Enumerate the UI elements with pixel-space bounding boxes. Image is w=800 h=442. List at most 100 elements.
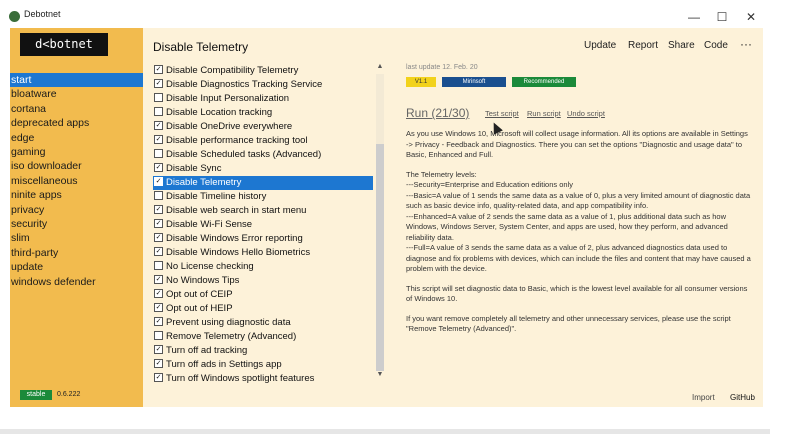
item-checkbox[interactable]: ✓ xyxy=(154,358,163,368)
share-menu-item[interactable]: Share xyxy=(668,40,695,51)
item-checkbox[interactable]: ✓ xyxy=(154,176,163,186)
list-item[interactable]: ✓ Turn off Windows spotlight features xyxy=(153,372,373,386)
more-options-button[interactable]: ··· xyxy=(740,37,752,51)
item-checkbox[interactable]: ✓ xyxy=(154,302,163,312)
sidebar-item-update[interactable]: update xyxy=(10,260,143,274)
item-checkbox[interactable]: ✓ xyxy=(154,78,163,88)
app-icon xyxy=(9,11,20,22)
item-checkbox[interactable]: ✓ xyxy=(154,162,163,172)
list-item[interactable]: Disable Timeline history xyxy=(153,190,373,204)
item-label: Disable Input Personalization xyxy=(166,93,290,104)
item-checkbox[interactable]: ✓ xyxy=(154,274,163,284)
item-label: Disable Diagnostics Tracking Service xyxy=(166,79,323,90)
list-item[interactable]: ✓ Turn off ads in Settings app xyxy=(153,358,373,372)
run-counter: Run (21/30) xyxy=(406,106,470,120)
list-item[interactable]: ✓ Disable Diagnostics Tracking Service xyxy=(153,78,373,92)
sidebar-item-deprecated-apps[interactable]: deprecated apps xyxy=(10,116,143,130)
sidebar-item-edge[interactable]: edge xyxy=(10,131,143,145)
list-item[interactable]: ✓ Disable Windows Error reporting xyxy=(153,232,373,246)
item-label: Remove Telemetry (Advanced) xyxy=(166,331,297,342)
sidebar-item-start[interactable]: start xyxy=(10,73,143,87)
item-checkbox[interactable] xyxy=(154,330,163,340)
item-label: Disable web search in start menu xyxy=(166,205,307,216)
list-item[interactable]: Remove Telemetry (Advanced) xyxy=(153,330,373,344)
list-item[interactable]: ✓ Disable Telemetry xyxy=(153,176,373,190)
item-checkbox[interactable]: ✓ xyxy=(154,134,163,144)
run-script-link[interactable]: Run script xyxy=(527,109,561,118)
item-checkbox[interactable]: ✓ xyxy=(154,218,163,228)
github-link[interactable]: GitHub xyxy=(730,393,755,402)
list-item[interactable]: Disable Location tracking xyxy=(153,106,373,120)
item-label: Disable Location tracking xyxy=(166,107,273,118)
sidebar-item-windows-defender[interactable]: windows defender xyxy=(10,275,143,289)
list-item[interactable]: Disable Scheduled tasks (Advanced) xyxy=(153,148,373,162)
item-checkbox[interactable] xyxy=(154,92,163,102)
code-menu-item[interactable]: Code xyxy=(704,40,728,51)
item-checkbox[interactable] xyxy=(154,190,163,200)
list-item[interactable]: ✓ Disable Wi-Fi Sense xyxy=(153,218,373,232)
sidebar-item-gaming[interactable]: gaming xyxy=(10,145,143,159)
page-title: Disable Telemetry xyxy=(153,40,249,54)
script-description: As you use Windows 10, Microsoft will co… xyxy=(406,129,751,344)
scrollbar-thumb[interactable] xyxy=(376,144,384,371)
item-checkbox[interactable]: ✓ xyxy=(154,246,163,256)
sidebar-item-privacy[interactable]: privacy xyxy=(10,203,143,217)
list-item[interactable]: ✓ Disable performance tracking tool xyxy=(153,134,373,148)
import-link[interactable]: Import xyxy=(692,393,715,402)
list-item[interactable]: ✓ Disable Compatibility Telemetry xyxy=(153,64,373,78)
list-item[interactable]: ✓ Opt out of HEIP xyxy=(153,302,373,316)
sidebar-item-third-party[interactable]: third-party xyxy=(10,246,143,260)
list-item[interactable]: ✓ Prevent using diagnostic data xyxy=(153,316,373,330)
description-paragraph: The Telemetry levels: ---Security=Enterp… xyxy=(406,169,751,274)
item-checkbox[interactable]: ✓ xyxy=(154,372,163,382)
list-item[interactable]: Disable Input Personalization xyxy=(153,92,373,106)
item-label: Disable Scheduled tasks (Advanced) xyxy=(166,149,322,160)
list-item[interactable]: ✓ Disable OneDrive everywhere xyxy=(153,120,373,134)
sidebar-item-security[interactable]: security xyxy=(10,217,143,231)
sidebar-item-bloatware[interactable]: bloatware xyxy=(10,87,143,101)
item-checkbox[interactable]: ✓ xyxy=(154,344,163,354)
taskbar-strip xyxy=(0,429,770,434)
list-item[interactable]: ✓ Turn off ad tracking xyxy=(153,344,373,358)
close-button[interactable]: ✕ xyxy=(741,8,761,26)
item-label: Disable Windows Error reporting xyxy=(166,233,303,244)
item-checkbox[interactable] xyxy=(154,106,163,116)
item-label: Turn off ads in Settings app xyxy=(166,359,282,370)
item-label: Prevent using diagnostic data xyxy=(166,317,291,328)
sidebar-item-cortana[interactable]: cortana xyxy=(10,102,143,116)
sidebar-item-label: miscellaneous xyxy=(11,174,78,187)
sidebar-item-label: privacy xyxy=(11,203,45,216)
item-label: Disable Sync xyxy=(166,163,222,174)
scroll-down-arrow[interactable]: ▼ xyxy=(376,371,384,381)
scroll-up-arrow[interactable]: ▲ xyxy=(376,63,384,73)
minimize-button[interactable]: — xyxy=(684,8,704,26)
version-label: 0.6.222 xyxy=(57,391,81,398)
undo-script-link[interactable]: Undo script xyxy=(567,109,605,118)
list-item[interactable]: ✓ Disable Windows Hello Biometrics xyxy=(153,246,373,260)
item-checkbox[interactable]: ✓ xyxy=(154,316,163,326)
list-item[interactable]: ✓ Disable web search in start menu xyxy=(153,204,373,218)
list-item[interactable]: ✓ No Windows Tips xyxy=(153,274,373,288)
item-checkbox[interactable]: ✓ xyxy=(154,288,163,298)
sidebar-item-iso-downloader[interactable]: iso downloader xyxy=(10,159,143,173)
item-checkbox[interactable] xyxy=(154,148,163,158)
list-item[interactable]: ✓ Disable Sync xyxy=(153,162,373,176)
item-checkbox[interactable]: ✓ xyxy=(154,64,163,74)
list-item[interactable]: No License checking xyxy=(153,260,373,274)
item-checkbox[interactable]: ✓ xyxy=(154,232,163,242)
item-checkbox[interactable] xyxy=(154,260,163,270)
sidebar-item-miscellaneous[interactable]: miscellaneous xyxy=(10,174,143,188)
maximize-button[interactable]: ☐ xyxy=(712,8,732,26)
item-checkbox[interactable]: ✓ xyxy=(154,204,163,214)
sidebar-item-label: ninite apps xyxy=(11,189,62,202)
item-label: Disable OneDrive everywhere xyxy=(166,121,293,132)
sidebar-item-slim[interactable]: slim xyxy=(10,231,143,245)
item-checkbox[interactable]: ✓ xyxy=(154,120,163,130)
test-script-link[interactable]: Test script xyxy=(485,109,519,118)
report-menu-item[interactable]: Report xyxy=(628,40,658,51)
item-label: Opt out of CEIP xyxy=(166,289,233,300)
sidebar-item-label: third-party xyxy=(11,246,59,259)
sidebar-item-ninite-apps[interactable]: ninite apps xyxy=(10,188,143,202)
list-item[interactable]: ✓ Opt out of CEIP xyxy=(153,288,373,302)
update-menu-item[interactable]: Update xyxy=(584,40,616,51)
